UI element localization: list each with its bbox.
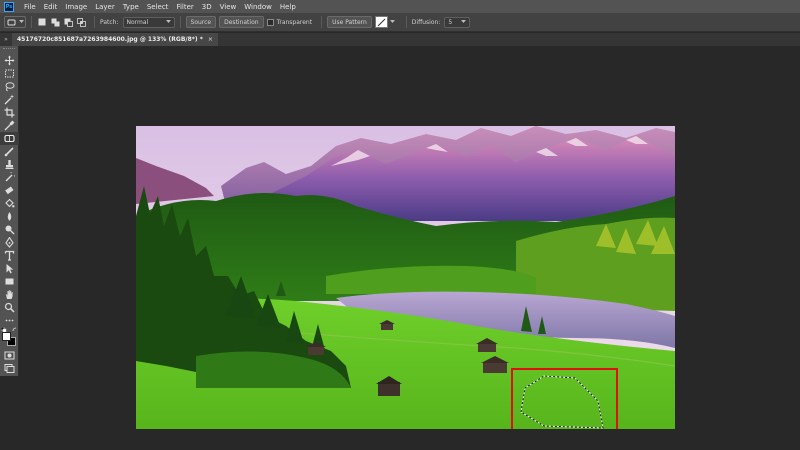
menu-view[interactable]: View: [216, 3, 241, 11]
quick-mask-icon[interactable]: [0, 349, 19, 362]
chevron-down-icon: [461, 20, 467, 23]
diffusion-label: Diffusion:: [411, 18, 441, 26]
chevron-down-icon[interactable]: [389, 20, 395, 24]
close-icon[interactable]: ×: [208, 36, 213, 43]
history-brush-tool-icon[interactable]: [0, 171, 19, 184]
panel-grip[interactable]: [3, 48, 15, 52]
diffusion-select[interactable]: 5: [444, 16, 471, 28]
menu-select[interactable]: Select: [143, 3, 173, 11]
marquee-tool-icon[interactable]: [0, 67, 19, 80]
menu-type[interactable]: Type: [119, 3, 143, 11]
screen-mode-icon[interactable]: [0, 362, 19, 375]
destination-button[interactable]: Destination: [219, 16, 264, 28]
chevron-down-icon: [18, 20, 24, 23]
menu-edit[interactable]: Edit: [40, 3, 62, 11]
swap-colors-icon[interactable]: [12, 327, 18, 332]
paint-bucket-tool-icon[interactable]: [0, 197, 19, 210]
divider: [405, 16, 407, 28]
path-selection-tool-icon[interactable]: [0, 262, 19, 275]
clone-stamp-tool-icon[interactable]: [0, 158, 19, 171]
transparent-checkbox[interactable]: [266, 18, 274, 26]
divider: [321, 16, 323, 28]
document-canvas-area[interactable]: [20, 46, 800, 450]
menu-filter[interactable]: Filter: [172, 3, 197, 11]
transparent-label: Transparent: [276, 18, 313, 26]
no-pattern-icon: [377, 18, 386, 26]
subtract-from-selection-icon[interactable]: [63, 17, 73, 27]
rectangle-tool-icon[interactable]: [0, 275, 19, 288]
menu-help[interactable]: Help: [276, 3, 300, 11]
chevron-down-icon: [165, 20, 171, 23]
new-selection-icon[interactable]: [37, 17, 47, 27]
add-to-selection-icon[interactable]: [50, 17, 60, 27]
eyedropper-tool-icon[interactable]: [0, 119, 19, 132]
divider: [94, 16, 95, 28]
document-tab-title: 45176720c851687a7263984600.jpg @ 133% (R…: [17, 36, 203, 43]
eraser-tool-icon[interactable]: [0, 184, 19, 197]
menu-image[interactable]: Image: [61, 3, 91, 11]
pattern-swatch[interactable]: [374, 16, 388, 28]
more-tools-icon[interactable]: [0, 314, 19, 327]
menu-layer[interactable]: Layer: [91, 3, 119, 11]
hand-tool-icon[interactable]: [0, 288, 19, 301]
blur-tool-icon[interactable]: [0, 210, 19, 223]
move-tool-icon[interactable]: [0, 54, 19, 67]
patch-preset-icon: [7, 19, 15, 25]
destination-label: Destination: [224, 18, 259, 26]
patch-mode-value: Normal: [126, 18, 149, 26]
patch-mode-select[interactable]: Normal: [122, 16, 175, 28]
options-bar: Patch: Normal Source Destination Transpa…: [0, 13, 800, 32]
use-pattern-label: Use Pattern: [332, 18, 367, 26]
diffusion-value: 5: [448, 18, 453, 26]
document-tab[interactable]: 45176720c851687a7263984600.jpg @ 133% (R…: [12, 33, 218, 46]
menu-3d[interactable]: 3D: [198, 3, 216, 11]
dodge-tool-icon[interactable]: [0, 223, 19, 236]
pen-tool-icon[interactable]: [0, 236, 19, 249]
landscape-photo: [136, 126, 675, 429]
document-tab-bar: » 45176720c851687a7263984600.jpg @ 133% …: [0, 33, 800, 46]
magic-wand-tool-icon[interactable]: [0, 93, 19, 106]
brush-tool-icon[interactable]: [0, 145, 19, 158]
photoshop-logo-icon[interactable]: Ps: [4, 1, 14, 12]
foreground-color-swatch[interactable]: [2, 332, 11, 341]
patch-label: Patch:: [100, 18, 119, 26]
patch-tool-icon[interactable]: [0, 132, 19, 145]
source-label: Source: [190, 18, 212, 26]
lasso-tool-icon[interactable]: [0, 80, 19, 93]
tool-preset-picker[interactable]: [4, 16, 26, 28]
source-button[interactable]: Source: [185, 16, 217, 28]
zoom-tool-icon[interactable]: [0, 301, 19, 314]
menu-bar: Ps File Edit Image Layer Type Select Fil…: [0, 0, 800, 13]
collapse-panels-icon[interactable]: »: [0, 36, 12, 43]
menu-window[interactable]: Window: [240, 3, 276, 11]
tools-panel: [0, 46, 19, 376]
divider: [179, 16, 181, 28]
color-swatches[interactable]: [0, 327, 19, 349]
crop-tool-icon[interactable]: [0, 106, 19, 119]
intersect-selection-icon[interactable]: [76, 17, 86, 27]
menu-file[interactable]: File: [20, 3, 40, 11]
use-pattern-button[interactable]: Use Pattern: [327, 16, 372, 28]
type-tool-icon[interactable]: [0, 249, 19, 262]
divider: [31, 16, 32, 28]
document-image[interactable]: [136, 126, 675, 429]
